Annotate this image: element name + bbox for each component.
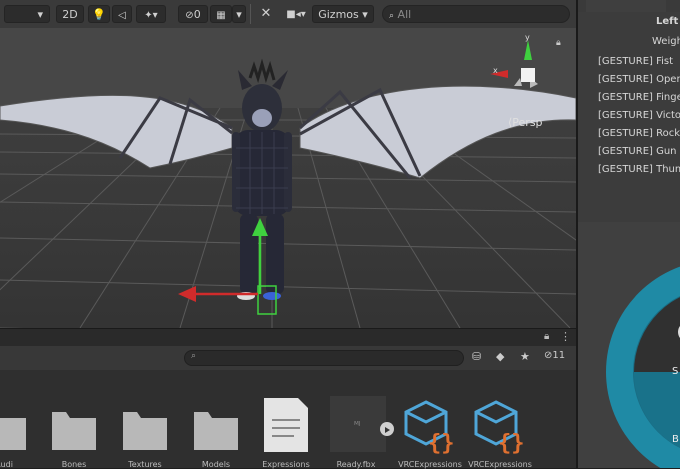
gizmos-label: Gizmos [318,8,359,21]
gesture-item[interactable]: [GESTURE] RockNRoll [598,128,680,139]
expand-asset-button[interactable] [380,422,394,436]
hidden-packages-toggle[interactable]: ⊘11 [544,350,565,361]
filter-by-label-icon[interactable]: ◆ [496,350,504,363]
radial-menu-wheel [606,266,680,468]
scene-search-input[interactable]: ⌕ All [382,5,570,23]
persp-label: Persp [512,116,543,129]
grid-icon: ▦ [216,10,226,21]
project-asset-grid: Audi Bones Textures Models Expressions ᴹ… [0,370,576,469]
model-icon: ᴹᴶ [330,396,386,452]
gesture-item[interactable]: [GESTURE] Victory [598,110,680,121]
folder-icon [0,418,26,450]
projection-toggle[interactable]: ⟨Persp [508,116,543,129]
svg-text:{}: {} [428,431,455,454]
svg-text:ᴹᴶ: ᴹᴶ [354,421,361,431]
search-filter-label: All [397,8,412,21]
folder-icon [52,412,96,450]
asset-tile[interactable]: Textures [113,394,177,469]
expression-menu-preview: S B [578,222,680,468]
asset-tile[interactable]: Expressions [254,394,318,469]
hidden-packages-count: 11 [552,350,566,361]
left-hand-header: Left [656,16,679,27]
lock-icon[interactable]: 🔒︎ [556,38,561,48]
asset-tile[interactable]: {} VRCExpressions [468,394,532,469]
inspector-body: Left Weight [GESTURE] Fist [GESTURE] Ope… [578,12,680,222]
gesture-item[interactable]: [GESTURE] Thumbs up [598,164,680,175]
expressions-asset-icon: {} [404,400,455,456]
lock-icon[interactable]: 🔒︎ [544,331,549,342]
project-toolbar: ⌕ ⛁ ◆ ★ ⊘11 [0,346,576,371]
gesture-item[interactable]: [GESTURE] Fingerpoint [598,92,680,103]
folder-icon [194,412,238,450]
gesture-item[interactable]: [GESTURE] Open [598,74,680,85]
search-icon: ⌕ [191,351,197,361]
eye-slash-icon: ⊘ [185,10,194,21]
effects-dropdown[interactable]: ✦▾ [136,5,166,23]
project-panel-header: 🔒︎ ⋮ [0,328,576,347]
tools-icon: ✕ [260,6,272,21]
draw-mode-dropdown[interactable]: ▾ [4,5,50,23]
play-icon [385,427,390,433]
lightbulb-icon: 💡 [92,8,106,21]
lighting-toggle-button[interactable]: 💡 [88,5,110,23]
asset-tile[interactable]: {} VRCExpressions [398,394,462,469]
axis-x-label: x [493,66,498,75]
speaker-icon: ◁ [118,10,126,21]
asset-tile[interactable]: ᴹᴶ Ready.fbx [324,394,388,469]
gesture-item[interactable]: [GESTURE] Fist [598,56,673,67]
inspector-panel: Left Weight [GESTURE] Fist [GESTURE] Ope… [576,0,680,468]
camera-icon: ■◂▾ [286,9,306,20]
document-icon [264,398,308,452]
gesture-item[interactable]: [GESTURE] Gun [598,146,677,157]
asset-tile[interactable]: Audi [0,394,36,469]
2d-toggle-button[interactable]: 2D [56,5,84,23]
chevron-down-icon: ▾ [362,8,368,21]
grid-toggle-button[interactable]: ▦ [210,5,232,23]
hidden-objects-count: 0 [193,8,201,21]
scene-render [0,28,576,328]
scene-toolbar: ▾ 2D 💡 ◁ ✦▾ ⊘0 ▦ ▾ ✕ ■◂▾ Gizmos ▾ ⌕ All [0,0,576,29]
grid-options-dropdown[interactable]: ▾ [232,5,246,23]
filter-by-type-icon[interactable]: ⛁ [472,350,481,363]
wheel-item-label: S [672,366,679,377]
kebab-menu-icon[interactable]: ⋮ [560,330,571,343]
expressions-asset-icon: {} [474,400,525,456]
scene-viewport[interactable]: y x 🔒︎ ⟨Persp [0,28,576,328]
asset-tile[interactable]: Models [184,394,248,469]
scene-visibility-toggle[interactable]: ⊘0 [178,5,208,23]
asset-tile[interactable]: Bones [42,394,106,469]
folder-icon [123,412,167,450]
tools-button[interactable]: ✕ [256,5,276,23]
effects-icon: ✦▾ [144,10,158,21]
favorite-star-icon[interactable]: ★ [520,350,530,363]
project-search-input[interactable]: ⌕ [184,350,464,366]
search-icon: ⌕ [389,11,395,21]
chevron-down-icon: ▾ [236,8,242,21]
chevron-down-icon: ▾ [37,8,43,21]
weight-header: Weight [652,36,680,47]
wheel-item-label: B [672,434,679,445]
gizmos-dropdown[interactable]: Gizmos ▾ [312,5,374,23]
axis-y-label: y [525,33,530,42]
tab-inspector[interactable] [586,0,666,12]
audio-toggle-button[interactable]: ◁ [112,5,132,23]
camera-settings-button[interactable]: ■◂▾ [282,5,310,23]
svg-text:{}: {} [498,431,525,454]
